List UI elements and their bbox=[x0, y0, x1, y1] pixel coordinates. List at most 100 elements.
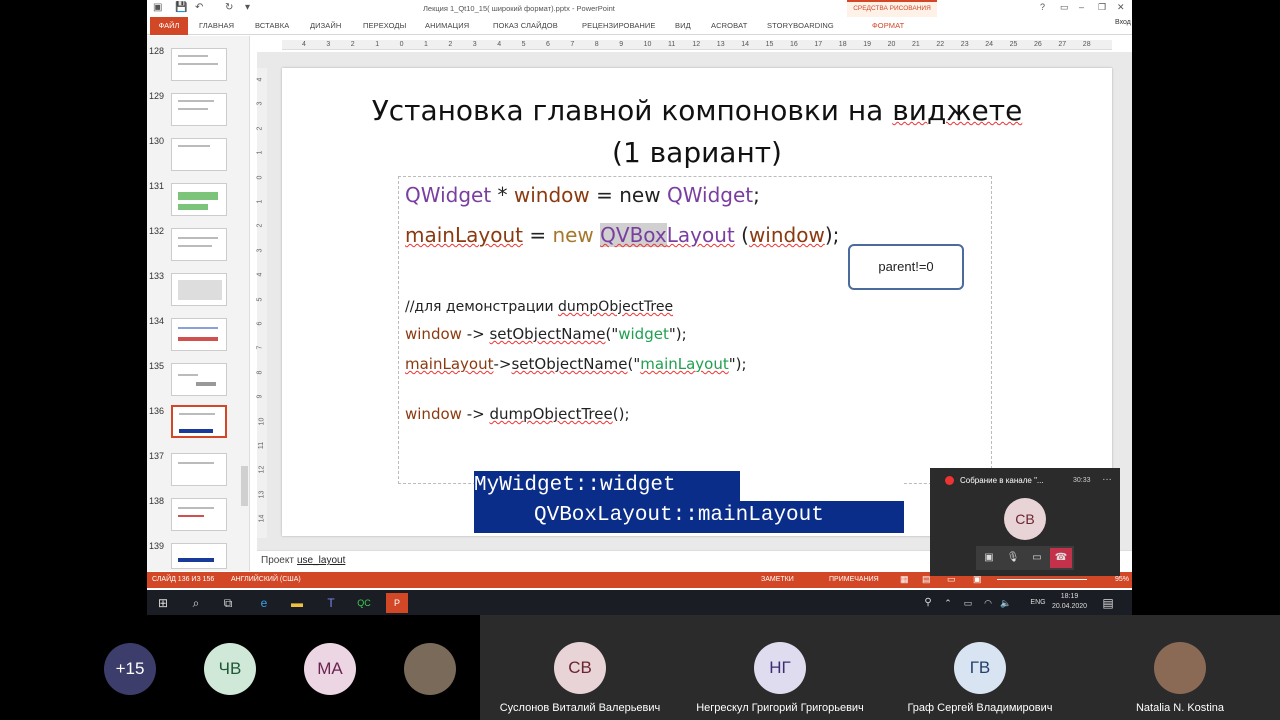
tab-acrobat[interactable]: ACROBAT bbox=[711, 21, 747, 30]
customize-qat-icon[interactable]: ▾ bbox=[245, 2, 250, 13]
slide-thumbnail[interactable] bbox=[171, 543, 227, 569]
meeting-title: Собрание в канале "... bbox=[960, 476, 1044, 485]
output-white-corner bbox=[740, 471, 904, 501]
tab-animation[interactable]: АНИМАЦИЯ bbox=[425, 21, 469, 30]
participant-tile[interactable]: Natalia N. Kostina bbox=[1080, 615, 1280, 720]
normal-view-icon[interactable]: ▦ bbox=[900, 574, 909, 585]
undo-icon[interactable]: ↶ bbox=[195, 2, 203, 13]
ruler-number: 14 bbox=[741, 41, 749, 48]
vruler-number: 2 bbox=[256, 126, 264, 131]
slide-thumbnail[interactable] bbox=[171, 183, 227, 216]
tab-storyboarding[interactable]: STORYBOARDING bbox=[767, 21, 834, 30]
tab-insert[interactable]: ВСТАВКА bbox=[255, 21, 289, 30]
tray-chevron-icon[interactable]: ⌃ bbox=[937, 593, 959, 613]
ruler-number: 19 bbox=[863, 41, 871, 48]
slide-thumbnail-selected[interactable] bbox=[171, 405, 227, 438]
start-icon[interactable]: ⊞ bbox=[152, 593, 174, 613]
vruler-number: 4 bbox=[256, 77, 264, 82]
tab-slideshow[interactable]: ПОКАЗ СЛАЙДОВ bbox=[493, 21, 558, 30]
ruler-number: 9 bbox=[619, 41, 624, 48]
tab-format[interactable]: ФОРМАТ bbox=[872, 21, 904, 30]
zoom-slider[interactable] bbox=[997, 579, 1087, 580]
vruler-number: 4 bbox=[256, 272, 264, 277]
notifications-icon[interactable]: ▤ bbox=[1097, 593, 1119, 613]
slide-thumbnail[interactable] bbox=[171, 273, 227, 306]
notes-link: use_layout bbox=[297, 555, 346, 566]
ruler-number: 25 bbox=[1009, 41, 1018, 48]
participant-avatar: СВ bbox=[554, 642, 606, 694]
volume-icon[interactable]: 🔈 bbox=[995, 593, 1017, 613]
code-line-2: mainLayout = new QVBoxLayout (window); bbox=[405, 223, 840, 247]
tab-review[interactable]: РЕЦЕНЗИРОВАНИЕ bbox=[582, 21, 656, 30]
share-screen-icon[interactable]: ▭ bbox=[1026, 548, 1048, 568]
system-clock[interactable]: 18:19 20.04.2020 bbox=[1052, 592, 1087, 612]
ruler-number: 6 bbox=[546, 41, 550, 48]
search-icon[interactable]: ⌕ bbox=[185, 593, 207, 613]
zoom-level[interactable]: 95% bbox=[1115, 576, 1129, 583]
network-icon[interactable]: ▭ bbox=[957, 593, 979, 613]
slide-thumbnail[interactable] bbox=[171, 363, 227, 396]
ruler-number: 28 bbox=[1082, 41, 1091, 48]
minimize-icon[interactable]: – bbox=[1079, 2, 1084, 12]
maximize-icon[interactable]: ❐ bbox=[1098, 2, 1106, 13]
thumbnail-scrollbar[interactable] bbox=[241, 466, 248, 506]
save-icon[interactable]: 💾 bbox=[175, 2, 187, 13]
close-icon[interactable]: ✕ bbox=[1117, 2, 1125, 13]
output-line-2: QVBoxLayout::mainLayout bbox=[534, 504, 824, 527]
slide-title[interactable]: Установка главной компоновки на виджете (… bbox=[282, 90, 1112, 174]
tab-design[interactable]: ДИЗАЙН bbox=[310, 21, 341, 30]
slide-thumbnail-pane: 128 129 130 131 132 133 134 135 136 137 … bbox=[147, 36, 250, 571]
slide-thumbnail[interactable] bbox=[171, 453, 227, 486]
slide-thumbnail[interactable] bbox=[171, 48, 227, 81]
console-output-image[interactable]: MyWidget::widget QVBoxLayout::mainLayout bbox=[474, 471, 904, 533]
document-title: Лекция 1_Qt10_15( широкий формат).pptx -… bbox=[423, 4, 615, 13]
meeting-mini-window[interactable]: Собрание в канале "... 30:33 … СВ ▣ 🎙 ▭ … bbox=[930, 468, 1120, 576]
tab-file[interactable]: ФАЙЛ bbox=[150, 17, 188, 35]
participant-tile[interactable] bbox=[380, 615, 480, 720]
title-spell-word: виджете bbox=[892, 94, 1023, 127]
more-options-icon[interactable]: … bbox=[1102, 472, 1112, 483]
ruler-number: 27 bbox=[1058, 41, 1067, 48]
slide-canvas[interactable]: Установка главной компоновки на виджете (… bbox=[282, 68, 1112, 536]
comments-button[interactable]: ПРИМЕЧАНИЯ bbox=[829, 576, 879, 583]
thumb-number: 138 bbox=[149, 496, 165, 506]
qt-creator-icon[interactable]: QC bbox=[353, 593, 375, 613]
participant-photo-avatar bbox=[404, 643, 456, 695]
tab-home[interactable]: ГЛАВНАЯ bbox=[199, 21, 234, 30]
ribbon-options-icon[interactable]: ▭ bbox=[1060, 2, 1069, 13]
slide-thumbnail[interactable] bbox=[171, 138, 227, 171]
tab-transitions[interactable]: ПЕРЕХОДЫ bbox=[363, 21, 406, 30]
participant-tile[interactable]: СВ Суслонов Виталий Валерьевич bbox=[480, 615, 680, 720]
more-participants-badge[interactable]: +15 bbox=[104, 643, 156, 695]
task-view-icon[interactable]: ⧉ bbox=[217, 593, 239, 613]
microphone-icon[interactable]: 🎙 bbox=[1002, 548, 1024, 568]
input-language[interactable]: ENG bbox=[1027, 593, 1049, 613]
tab-view[interactable]: ВИД bbox=[675, 21, 691, 30]
code-textbox[interactable]: QWidget * window = new QWidget; mainLayo… bbox=[398, 176, 992, 484]
parent-callout[interactable]: parent!=0 bbox=[848, 244, 964, 290]
edge-icon[interactable]: e bbox=[253, 593, 275, 613]
ruler-number: 12 bbox=[692, 41, 701, 48]
language-indicator[interactable]: АНГЛИЙСКИЙ (США) bbox=[231, 576, 301, 583]
participant-avatar: НГ bbox=[754, 642, 806, 694]
code-line-1: QWidget * window = new QWidget; bbox=[405, 183, 760, 207]
slide-thumbnail[interactable] bbox=[171, 228, 227, 261]
participant-tile[interactable]: ГВ Граф Сергей Владимирович bbox=[880, 615, 1080, 720]
powerpoint-taskbar-icon[interactable]: P bbox=[386, 593, 408, 613]
redo-icon[interactable]: ↻ bbox=[225, 2, 233, 13]
people-icon[interactable]: ⚲ bbox=[917, 593, 939, 613]
hang-up-icon[interactable]: ☎ bbox=[1050, 548, 1072, 568]
participant-tile[interactable]: НГ Негрескул Григорий Григорьевич bbox=[680, 615, 880, 720]
slide-thumbnail[interactable] bbox=[171, 93, 227, 126]
teams-icon[interactable]: T bbox=[320, 593, 342, 613]
code-line-3: window -> setObjectName("widget"); bbox=[405, 325, 687, 343]
notes-button[interactable]: ЗАМЕТКИ bbox=[761, 576, 794, 583]
camera-icon[interactable]: ▣ bbox=[978, 548, 1000, 568]
help-icon[interactable]: ? bbox=[1040, 2, 1045, 12]
slide-thumbnail[interactable] bbox=[171, 498, 227, 531]
thumb-number: 128 bbox=[149, 46, 165, 56]
slide-thumbnail[interactable] bbox=[171, 318, 227, 351]
sign-in-link[interactable]: Вход bbox=[1115, 19, 1131, 26]
title-text: Установка главной компоновки на bbox=[371, 94, 893, 127]
file-explorer-icon[interactable]: ▬ bbox=[286, 593, 308, 613]
